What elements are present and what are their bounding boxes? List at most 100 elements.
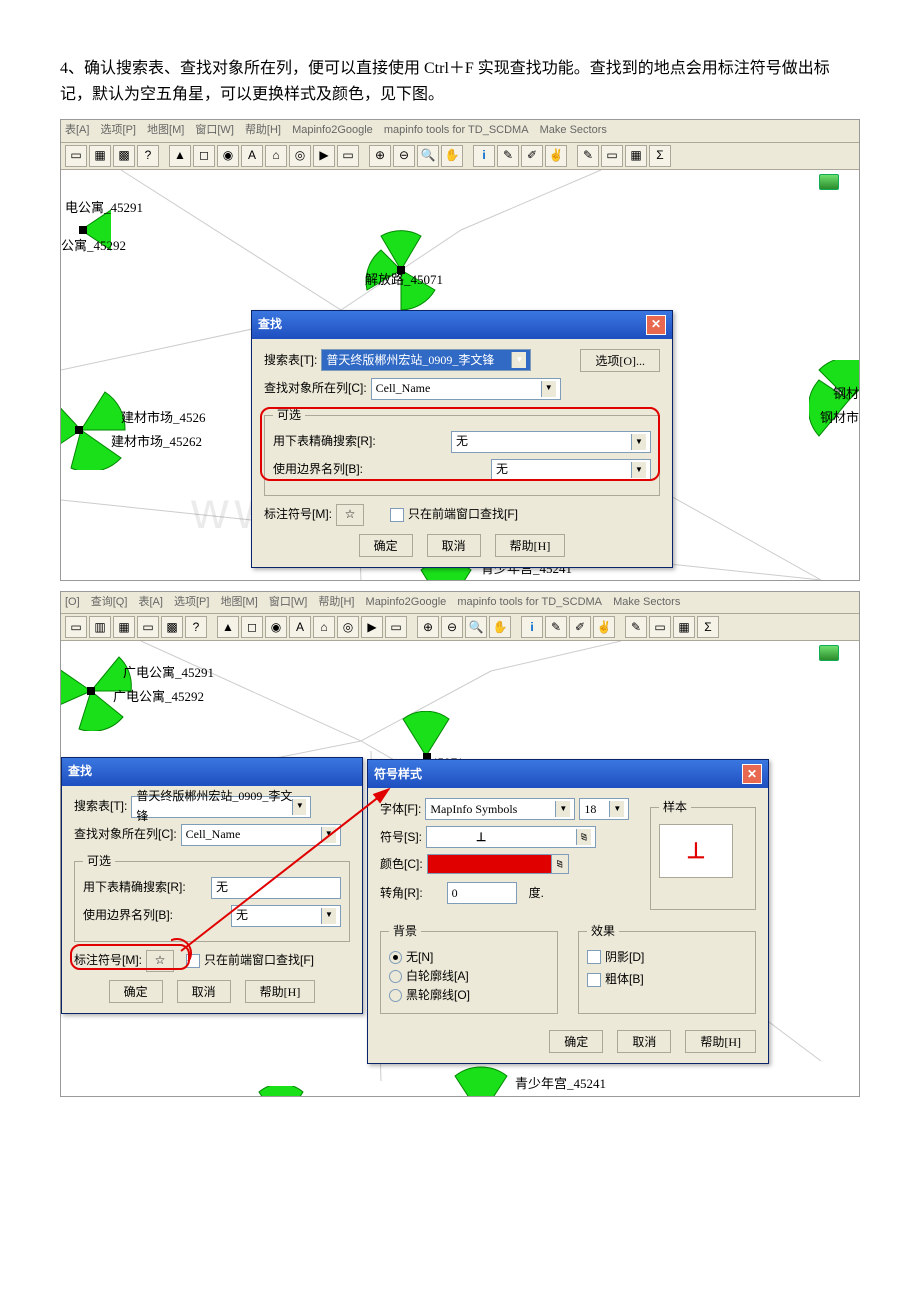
help-button[interactable]: 帮助[H] (685, 1030, 756, 1053)
help-icon[interactable]: ? (137, 145, 159, 167)
dialog-titlebar[interactable]: 符号样式 ✕ (368, 760, 768, 788)
toolbar-button[interactable]: ▭ (337, 145, 359, 167)
symbol-button[interactable]: ☆ (146, 950, 174, 972)
sum-icon[interactable]: Σ (649, 145, 671, 167)
toolbar-button[interactable]: ◎ (289, 145, 311, 167)
toolbar-button[interactable]: ◉ (217, 145, 239, 167)
search-table-combo[interactable]: 普天终版郴州宏站_0909_李文锋▼ (321, 349, 531, 371)
bookmark-icon[interactable] (819, 645, 839, 661)
cancel-button[interactable]: 取消 (617, 1030, 671, 1053)
ok-button[interactable]: 确定 (359, 534, 413, 557)
toolbar-button[interactable]: ▦ (625, 145, 647, 167)
pan-icon[interactable]: ✋ (489, 616, 511, 638)
toolbar-button[interactable]: A (241, 145, 263, 167)
options-button[interactable]: 选项[O]... (580, 349, 660, 372)
pan-icon[interactable]: ✋ (441, 145, 463, 167)
toolbar-button[interactable]: ◻ (193, 145, 215, 167)
pointer-icon[interactable]: ▲ (217, 616, 239, 638)
font-combo[interactable]: MapInfo Symbols▼ (425, 798, 575, 820)
toolbar-button[interactable]: ▦ (673, 616, 695, 638)
menu-item[interactable]: 帮助[H] (245, 124, 281, 136)
toolbar-button[interactable]: ✎ (545, 616, 567, 638)
menu-item[interactable]: 帮助[H] (318, 596, 354, 608)
ok-button[interactable]: 确定 (109, 980, 163, 1003)
symbol-button[interactable]: ☆ (336, 504, 364, 526)
menu-item[interactable]: 查询[Q] (91, 596, 128, 608)
toolbar-button[interactable]: ⌂ (265, 145, 287, 167)
refine-combo[interactable]: 无▼ (451, 431, 651, 453)
search-table-combo[interactable]: 普天终版郴州宏站_0909_李文锋▼ (131, 796, 311, 818)
info-icon[interactable]: i (521, 616, 543, 638)
toolbar-button[interactable]: ✐ (521, 145, 543, 167)
toolbar-button[interactable]: ✌ (593, 616, 615, 638)
toolbar-button[interactable]: ▭ (601, 145, 623, 167)
menu-item[interactable]: Make Sectors (540, 124, 607, 136)
toolbar-button[interactable]: ▭ (385, 616, 407, 638)
menu-item[interactable]: 表[A] (138, 596, 162, 608)
toolbar-button[interactable]: ✌ (545, 145, 567, 167)
zoom-in-icon[interactable]: ⊕ (417, 616, 439, 638)
menu-item[interactable]: 选项[P] (101, 124, 136, 136)
toolbar-button[interactable]: ▶ (361, 616, 383, 638)
front-window-checkbox[interactable]: 只在前端窗口查找[F] (186, 951, 314, 970)
bg-white-radio[interactable]: 白轮廓线[A] (389, 967, 549, 986)
close-icon[interactable]: ✕ (742, 764, 762, 784)
menu-item[interactable]: 窗口[W] (195, 124, 234, 136)
toolbar-button[interactable]: A (289, 616, 311, 638)
menu-item[interactable]: [O] (65, 596, 80, 608)
pointer-icon[interactable]: ▲ (169, 145, 191, 167)
refine-text[interactable]: 无 (211, 877, 341, 899)
zoom-out-icon[interactable]: ⊖ (441, 616, 463, 638)
toolbar-button[interactable]: ▦ (113, 616, 135, 638)
toolbar-button[interactable]: ✎ (625, 616, 647, 638)
menu-item[interactable]: Make Sectors (613, 596, 680, 608)
sum-icon[interactable]: Σ (697, 616, 719, 638)
rotation-input[interactable]: 0 (447, 882, 517, 904)
menu-item[interactable]: 表[A] (65, 124, 89, 136)
shadow-checkbox[interactable]: 阴影[D] (587, 948, 644, 967)
toolbar-button[interactable]: ✎ (497, 145, 519, 167)
menu-item[interactable]: mapinfo tools for TD_SCDMA (457, 596, 602, 608)
close-icon[interactable]: ✕ (646, 315, 666, 335)
column-combo[interactable]: Cell_Name▼ (181, 824, 341, 846)
zoom-out-icon[interactable]: ⊖ (393, 145, 415, 167)
toolbar-button[interactable]: ✐ (569, 616, 591, 638)
bold-checkbox[interactable]: 粗体[B] (587, 970, 644, 989)
toolbar-button[interactable]: ◉ (265, 616, 287, 638)
cancel-button[interactable]: 取消 (177, 980, 231, 1003)
menu-item[interactable]: 选项[P] (174, 596, 209, 608)
bg-none-radio[interactable]: 无[N] (389, 948, 549, 967)
front-window-checkbox[interactable]: 只在前端窗口查找[F] (390, 505, 518, 524)
dialog-titlebar[interactable]: 查找 (62, 758, 362, 785)
toolbar-button[interactable]: ▦ (89, 145, 111, 167)
toolbar-button[interactable]: ▩ (161, 616, 183, 638)
dialog-titlebar[interactable]: 查找 ✕ (252, 311, 672, 339)
zoom-icon[interactable]: 🔍 (465, 616, 487, 638)
toolbar-button[interactable]: ◻ (241, 616, 263, 638)
menu-item[interactable]: mapinfo tools for TD_SCDMA (384, 124, 529, 136)
toolbar-button[interactable]: ▥ (89, 616, 111, 638)
zoom-icon[interactable]: 🔍 (417, 145, 439, 167)
toolbar-button[interactable]: ✎ (577, 145, 599, 167)
info-icon[interactable]: i (473, 145, 495, 167)
symbol-combo[interactable]: ⊥⧎ (426, 826, 596, 848)
toolbar-button[interactable]: ▭ (65, 145, 87, 167)
toolbar-button[interactable]: ▭ (649, 616, 671, 638)
toolbar-button[interactable]: ⌂ (313, 616, 335, 638)
toolbar-button[interactable]: ▩ (113, 145, 135, 167)
help-icon[interactable]: ? (185, 616, 207, 638)
menu-item[interactable]: 地图[M] (147, 124, 184, 136)
ok-button[interactable]: 确定 (549, 1030, 603, 1053)
menu-item[interactable]: 地图[M] (221, 596, 258, 608)
zoom-in-icon[interactable]: ⊕ (369, 145, 391, 167)
boundary-combo[interactable]: 无▼ (491, 459, 651, 481)
menu-item[interactable]: Mapinfo2Google (292, 124, 373, 136)
bookmark-icon[interactable] (819, 174, 839, 190)
toolbar-button[interactable]: ▭ (137, 616, 159, 638)
cancel-button[interactable]: 取消 (427, 534, 481, 557)
column-combo[interactable]: Cell_Name▼ (371, 378, 561, 400)
help-button[interactable]: 帮助[H] (495, 534, 566, 557)
font-size-combo[interactable]: 18▼ (579, 798, 629, 820)
color-picker[interactable]: ⧎ (427, 854, 569, 874)
toolbar-button[interactable]: ◎ (337, 616, 359, 638)
